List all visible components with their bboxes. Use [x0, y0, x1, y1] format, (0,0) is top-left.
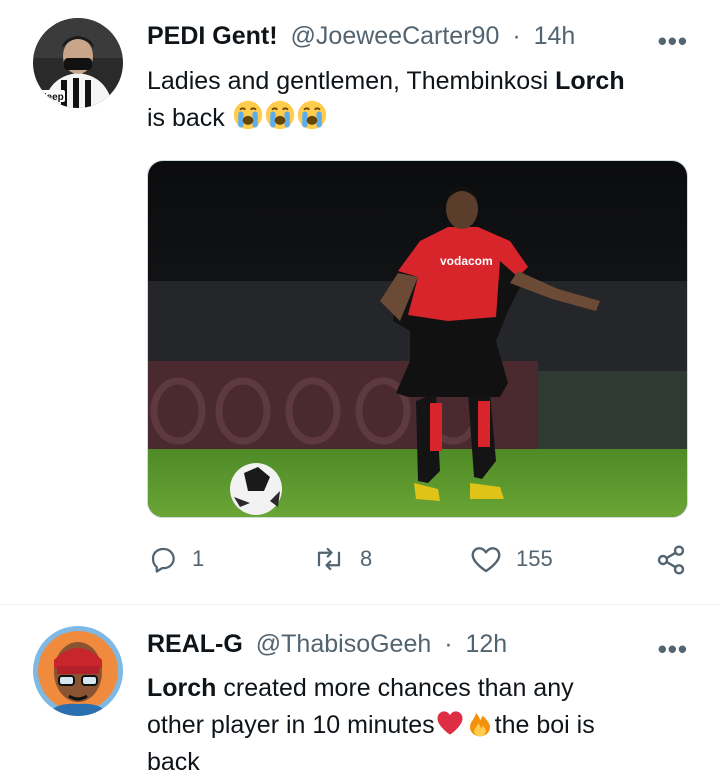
display-name[interactable]: PEDI Gent!: [147, 22, 278, 50]
tweet-header: REAL-G @ThabisoGeeh · 12h: [147, 630, 700, 659]
display-name[interactable]: REAL-G: [147, 630, 243, 658]
retweet-icon: [317, 547, 341, 571]
timestamp[interactable]: 12h: [466, 630, 508, 658]
handle[interactable]: @JoeweeCarter90: [291, 22, 500, 50]
retweet-count: 8: [360, 546, 373, 571]
tweet-text-bold: Lorch: [555, 67, 625, 95]
avatar-jersey-text: Jeep: [41, 92, 64, 103]
fire-icon: [469, 713, 490, 737]
tweet-text-part: created more chances than any: [216, 674, 574, 702]
reply-count: 1: [192, 546, 205, 571]
more-options-icon[interactable]: •••: [658, 26, 688, 57]
more-options-icon[interactable]: •••: [658, 634, 688, 665]
loudly-crying-face-icon: [265, 100, 294, 130]
share-icon: [657, 545, 685, 575]
tweet-text-line2: other player in 10 minutes: [147, 711, 435, 739]
avatar-image: Jeep: [33, 18, 123, 108]
avatar[interactable]: [33, 626, 123, 716]
tweet-photo[interactable]: vodacom: [147, 160, 688, 518]
tweet-text: Ladies and gentlemen, Thembinkosi Lorch …: [147, 64, 697, 136]
tweet-text: Lorch created more chances than any othe…: [147, 670, 697, 781]
loudly-crying-face-icon: [297, 100, 326, 130]
avatar-image: [33, 626, 123, 716]
loudly-crying-face-icon: [233, 100, 262, 130]
avatar[interactable]: Jeep: [33, 18, 123, 108]
tweet-2[interactable]: REAL-G @ThabisoGeeh · 12h ••• Lorch crea…: [0, 605, 720, 778]
share-button[interactable]: [655, 544, 687, 576]
like-count: 155: [516, 546, 553, 571]
tweet-text-line2: is back: [147, 104, 225, 132]
tweet-header: PEDI Gent! @JoeweeCarter90 · 14h: [147, 22, 700, 51]
red-heart-icon: [437, 711, 463, 735]
tweet-text-line3: back: [147, 748, 200, 776]
photo-football-player: vodacom: [148, 161, 687, 517]
retweet-button[interactable]: 8: [312, 544, 372, 574]
reply-icon: [151, 547, 175, 573]
like-button[interactable]: 155: [470, 544, 553, 574]
tweet-actions: 1 8 155: [0, 540, 720, 580]
timestamp[interactable]: 14h: [534, 22, 576, 50]
handle[interactable]: @ThabisoGeeh: [256, 630, 431, 658]
heart-icon: [471, 547, 501, 573]
tweet-text-after-emoji: the boi is: [494, 711, 595, 739]
tweet-text-bold: Lorch: [147, 674, 217, 702]
separator: ·: [444, 630, 453, 658]
tweet-1[interactable]: Jeep PEDI Gent! @JoeweeCarter90 · 14h ••…: [0, 0, 720, 604]
photo-shirt-text: vodacom: [440, 254, 493, 268]
tweet-text-part: Ladies and gentlemen, Thembinkosi: [147, 67, 556, 95]
reply-button[interactable]: 1: [148, 544, 204, 574]
separator: ·: [512, 22, 521, 50]
